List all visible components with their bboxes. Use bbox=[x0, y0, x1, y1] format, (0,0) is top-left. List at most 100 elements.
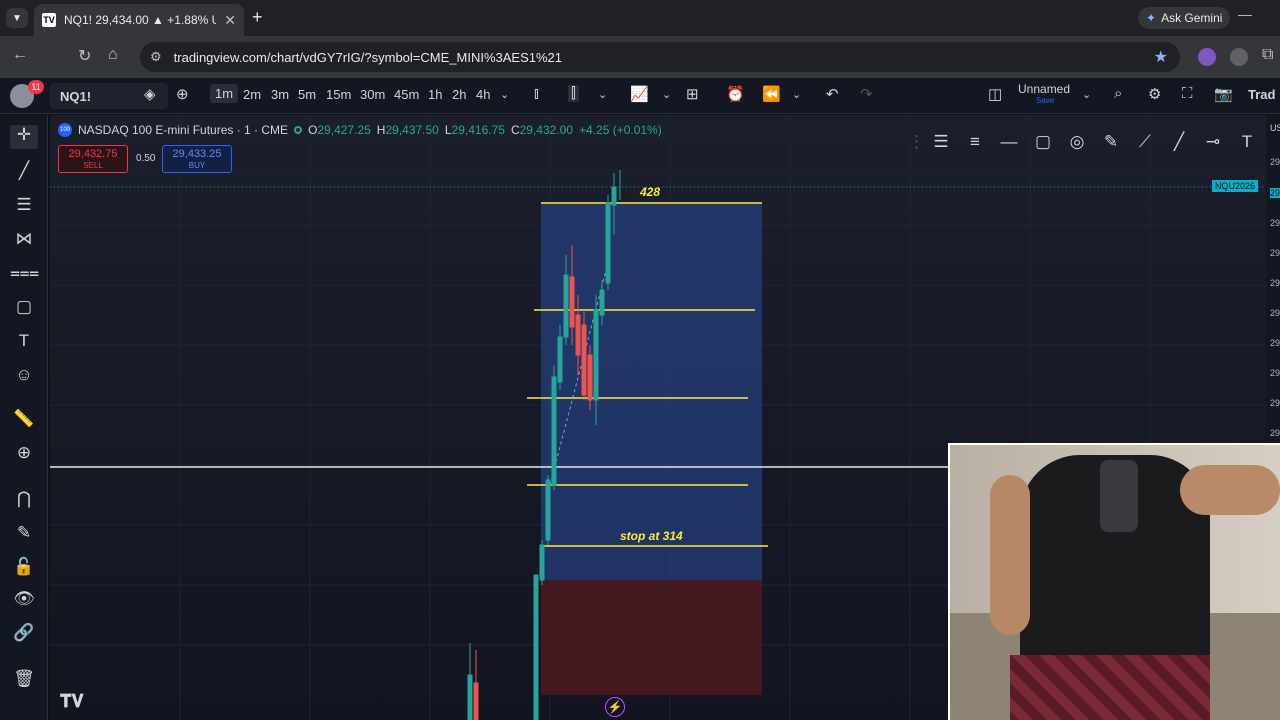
tab-search-chevron-icon[interactable]: ▼ bbox=[6, 8, 28, 28]
link-icon[interactable]: 🔗 bbox=[10, 623, 38, 647]
pencil-lock-icon[interactable]: ✎ bbox=[10, 523, 38, 547]
extension-icon[interactable] bbox=[1230, 48, 1248, 66]
open-value: 29,427.25 bbox=[317, 123, 371, 137]
symbol-label: NQ1! bbox=[60, 88, 92, 104]
timeframe-3m[interactable]: 3m bbox=[271, 87, 289, 102]
trendline-icon[interactable]: ╱ bbox=[10, 161, 38, 185]
back-arrow-icon[interactable]: ← bbox=[12, 46, 28, 64]
url-text: tradingview.com/chart/vdGY7rIG/?symbol=C… bbox=[173, 49, 563, 65]
timeframe-1h[interactable]: 1h bbox=[428, 87, 442, 102]
stop-annotation[interactable]: stop at 314 bbox=[620, 529, 683, 543]
layout-name: Unnamed bbox=[1018, 82, 1071, 96]
ruler-line-icon[interactable]: ⟋ bbox=[1134, 132, 1156, 152]
text-icon[interactable]: T bbox=[10, 331, 38, 355]
compare-plus-icon[interactable]: ⊕ bbox=[176, 85, 189, 103]
timeframe-4h[interactable]: 4h bbox=[476, 87, 490, 102]
trade-button[interactable]: Trad bbox=[1248, 87, 1275, 102]
symbol-diamond-icon[interactable]: ◈ bbox=[144, 85, 156, 103]
layouts-grid-icon[interactable]: ⊞ bbox=[686, 85, 699, 103]
target-annotation[interactable]: 428 bbox=[640, 185, 660, 199]
price-tick: 29 bbox=[1270, 248, 1280, 258]
drag-handle-icon[interactable]: ⋮ bbox=[908, 132, 925, 152]
horizontal-line-icon[interactable]: — bbox=[998, 132, 1020, 152]
alert-clock-icon[interactable]: ⏰ bbox=[726, 85, 745, 103]
price-tick: 29 bbox=[1270, 278, 1280, 288]
chart-legend: 100 NASDAQ 100 E-mini Futures · 1 · CME … bbox=[58, 123, 662, 137]
magnet-icon[interactable]: ⋂ bbox=[10, 489, 38, 513]
fib-icon[interactable]: ☰ bbox=[10, 195, 38, 219]
redo-icon[interactable]: ↷ bbox=[860, 85, 873, 103]
extension-icon[interactable] bbox=[1198, 48, 1216, 66]
timeframe-30m[interactable]: 30m bbox=[360, 87, 385, 102]
ruler-icon[interactable]: 📏 bbox=[10, 409, 38, 433]
browser-tab[interactable]: TV NQ1! 29,434.00 ▲ +1.88% Unn ✕ bbox=[34, 4, 244, 36]
template-lines-icon[interactable]: ≡ bbox=[964, 132, 986, 152]
buy-button[interactable]: 29,433.25 BUY bbox=[162, 145, 232, 173]
left-drawing-toolbar: ✛ ╱ ☰ ⋈ ⩶ ▢ T ☺ 📏 ⊕ ⋂ ✎ 🔓 👁 🔗 🗑 bbox=[0, 115, 48, 720]
price-tick: 29 bbox=[1270, 428, 1280, 438]
minimize-window-icon[interactable]: — bbox=[1238, 6, 1252, 22]
bookmark-star-icon[interactable]: ★ bbox=[1154, 47, 1168, 67]
crosshair-icon[interactable]: ✛ bbox=[10, 125, 38, 149]
emoji-icon[interactable]: ☺ bbox=[10, 365, 38, 389]
tradingview-logo-icon[interactable]: 𝐓𝐕 bbox=[60, 691, 84, 712]
chart-type-chevron-down-icon[interactable]: ⌄ bbox=[598, 88, 607, 101]
undo-icon[interactable]: ↶ bbox=[826, 85, 839, 103]
horizontal-ray-icon[interactable]: ⊸ bbox=[1202, 132, 1224, 152]
circle-target-icon[interactable]: ◎ bbox=[1066, 132, 1088, 152]
close-label: C bbox=[510, 123, 520, 137]
layout-save-label: Save bbox=[1036, 96, 1055, 105]
last-price-tag: 29 bbox=[1270, 188, 1280, 198]
sell-button[interactable]: 29,432.75 SELL bbox=[58, 145, 128, 173]
timeframe-45m[interactable]: 45m bbox=[394, 87, 419, 102]
close-tab-icon[interactable]: ✕ bbox=[224, 12, 236, 29]
timeframe-chevron-down-icon[interactable]: ⌄ bbox=[500, 88, 509, 101]
timeframe-1m[interactable]: 1m bbox=[210, 84, 239, 103]
brush-icon[interactable]: ✎ bbox=[1100, 132, 1122, 152]
ask-gemini-label: Ask Gemini bbox=[1161, 11, 1223, 25]
extensions-puzzle-icon[interactable]: ⧉ bbox=[1262, 46, 1273, 64]
zoom-icon[interactable]: ⊕ bbox=[10, 443, 38, 467]
quick-search-icon[interactable]: ⌕ bbox=[1114, 85, 1122, 102]
layout-chevron-down-icon[interactable]: ⌄ bbox=[1082, 88, 1091, 101]
split-layout-icon[interactable]: ◫ bbox=[988, 85, 1002, 103]
lightning-icon[interactable]: ⚡ bbox=[605, 697, 625, 717]
pattern-icon[interactable]: ⋈ bbox=[10, 229, 38, 253]
new-tab-button[interactable]: + bbox=[252, 7, 263, 28]
tab-title: NQ1! 29,434.00 ▲ +1.88% Unn bbox=[64, 13, 217, 27]
reload-icon[interactable]: ↻ bbox=[78, 46, 91, 66]
bar-type-icon[interactable]: ⫾ bbox=[534, 85, 539, 102]
site-settings-icon[interactable]: ⚙ bbox=[150, 49, 162, 65]
indicators-chevron-down-icon[interactable]: ⌄ bbox=[662, 88, 671, 101]
settings-lines-icon[interactable]: ☰ bbox=[930, 132, 952, 152]
trash-icon[interactable]: 🗑 bbox=[10, 669, 38, 693]
candles-icon[interactable]: ⫿ bbox=[568, 85, 579, 102]
change-value: +4.25 (+0.01%) bbox=[579, 123, 662, 137]
price-tick: 29 bbox=[1270, 308, 1280, 318]
timeframe-5m[interactable]: 5m bbox=[298, 87, 316, 102]
replay-chevron-down-icon[interactable]: ⌄ bbox=[792, 88, 801, 101]
layout-name-button[interactable]: Unnamed Save bbox=[1018, 82, 1070, 105]
timeframe-2m[interactable]: 2m bbox=[243, 87, 261, 102]
eye-icon[interactable]: 👁 bbox=[10, 589, 38, 613]
instrument-title[interactable]: NASDAQ 100 E-mini Futures · 1 · CME bbox=[78, 123, 288, 137]
timeframe-15m[interactable]: 15m bbox=[326, 87, 351, 102]
lock-icon[interactable]: 🔓 bbox=[10, 557, 38, 581]
text-tool-icon[interactable]: T bbox=[1236, 132, 1258, 152]
camera-screenshot-icon[interactable]: 📷 bbox=[1214, 85, 1233, 103]
timeframe-2h[interactable]: 2h bbox=[452, 87, 466, 102]
replay-icon[interactable]: ⏪ bbox=[762, 85, 781, 103]
shapes-icon[interactable]: ▢ bbox=[10, 297, 38, 321]
sell-label: SELL bbox=[83, 161, 103, 170]
fullscreen-icon[interactable]: ⛶ bbox=[1182, 85, 1193, 102]
rectangle-icon[interactable]: ▢ bbox=[1032, 132, 1054, 152]
drawing-toolbar: ⋮ ☰ ≡ — ▢ ◎ ✎ ⟋ ╱ ⊸ T bbox=[900, 127, 1260, 157]
phone-icon bbox=[1100, 460, 1138, 532]
ask-gemini-button[interactable]: ✦ Ask Gemini bbox=[1138, 7, 1231, 29]
url-field[interactable]: ⚙ tradingview.com/chart/vdGY7rIG/?symbol… bbox=[140, 42, 1180, 72]
indicators-icon[interactable]: 📈 bbox=[630, 85, 649, 103]
trendline-icon[interactable]: ╱ bbox=[1168, 132, 1190, 152]
settings-gear-icon[interactable]: ⚙ bbox=[1148, 85, 1161, 103]
home-icon[interactable]: ⌂ bbox=[108, 46, 118, 64]
gann-icon[interactable]: ⩶ bbox=[10, 263, 39, 287]
